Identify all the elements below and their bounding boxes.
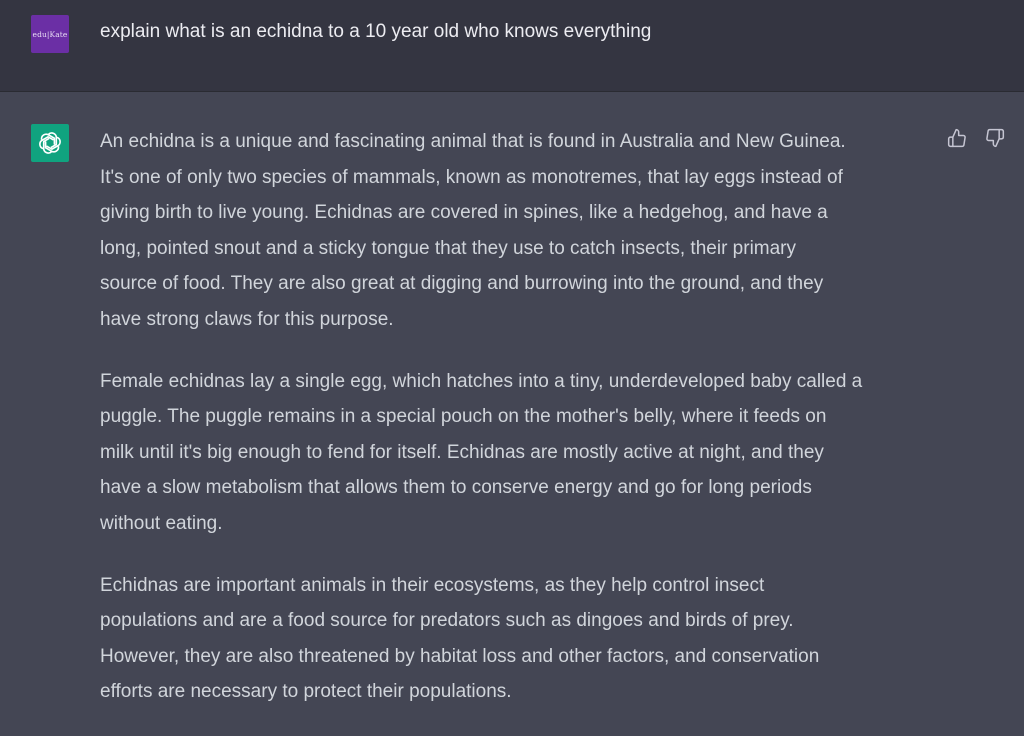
response-paragraph-3: Echidnas are important animals in their … (100, 574, 820, 703)
response-paragraph-2: Female echidnas lay a single egg, which … (100, 370, 863, 534)
openai-logo-icon (39, 132, 61, 154)
response-paragraph-1: An echidna is a unique and fascinating a… (100, 131, 846, 330)
assistant-message-row: An echidna is a unique and fascinating a… (0, 92, 1024, 733)
thumbs-up-icon (947, 128, 966, 148)
thumbs-up-button[interactable] (944, 125, 970, 151)
user-message-text: explain what is an echidna to a 10 year … (100, 21, 652, 42)
thumbs-down-button[interactable] (982, 125, 1008, 151)
user-message-row: edu|Kate explain what is an echidna to a… (0, 0, 1024, 92)
assistant-message-text: An echidna is a unique and fascinating a… (100, 124, 940, 736)
thumbs-down-icon (986, 128, 1005, 148)
feedback-buttons (944, 125, 1010, 153)
user-avatar: edu|Kate (31, 15, 69, 53)
assistant-avatar (31, 124, 69, 162)
